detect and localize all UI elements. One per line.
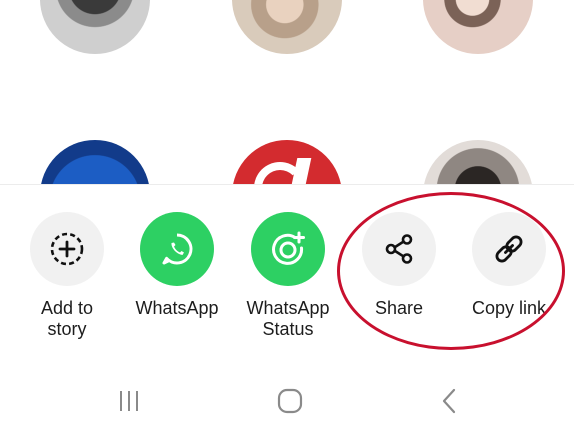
whatsapp-status-icon <box>251 212 325 286</box>
action-label: WhatsApp Status <box>246 298 330 339</box>
home-icon[interactable] <box>268 384 312 418</box>
navigation-bar <box>0 370 574 437</box>
whatsapp-button[interactable]: WhatsApp <box>122 212 232 319</box>
share-icon <box>362 212 436 286</box>
contact-avatar[interactable] <box>40 140 150 186</box>
contact-avatar[interactable] <box>232 0 342 54</box>
action-label: WhatsApp <box>135 298 219 318</box>
recent-apps-icon[interactable] <box>107 384 151 418</box>
action-label: Add to story <box>40 298 94 339</box>
add-to-story-button[interactable]: Add to story <box>12 212 122 340</box>
share-button[interactable]: Share <box>344 212 454 319</box>
contact-avatar[interactable] <box>232 140 342 186</box>
action-label: Copy link <box>471 298 547 318</box>
contacts-grid <box>0 0 574 186</box>
whatsapp-icon <box>140 212 214 286</box>
contact-avatar[interactable] <box>423 140 533 186</box>
contact-avatar[interactable] <box>40 0 150 54</box>
add-story-icon <box>30 212 104 286</box>
back-icon[interactable] <box>428 384 472 418</box>
whatsapp-status-button[interactable]: WhatsApp Status <box>233 212 343 340</box>
copy-link-button[interactable]: Copy link <box>454 212 564 319</box>
contact-avatar[interactable] <box>423 0 533 54</box>
action-label: Share <box>374 298 424 318</box>
link-icon <box>472 212 546 286</box>
